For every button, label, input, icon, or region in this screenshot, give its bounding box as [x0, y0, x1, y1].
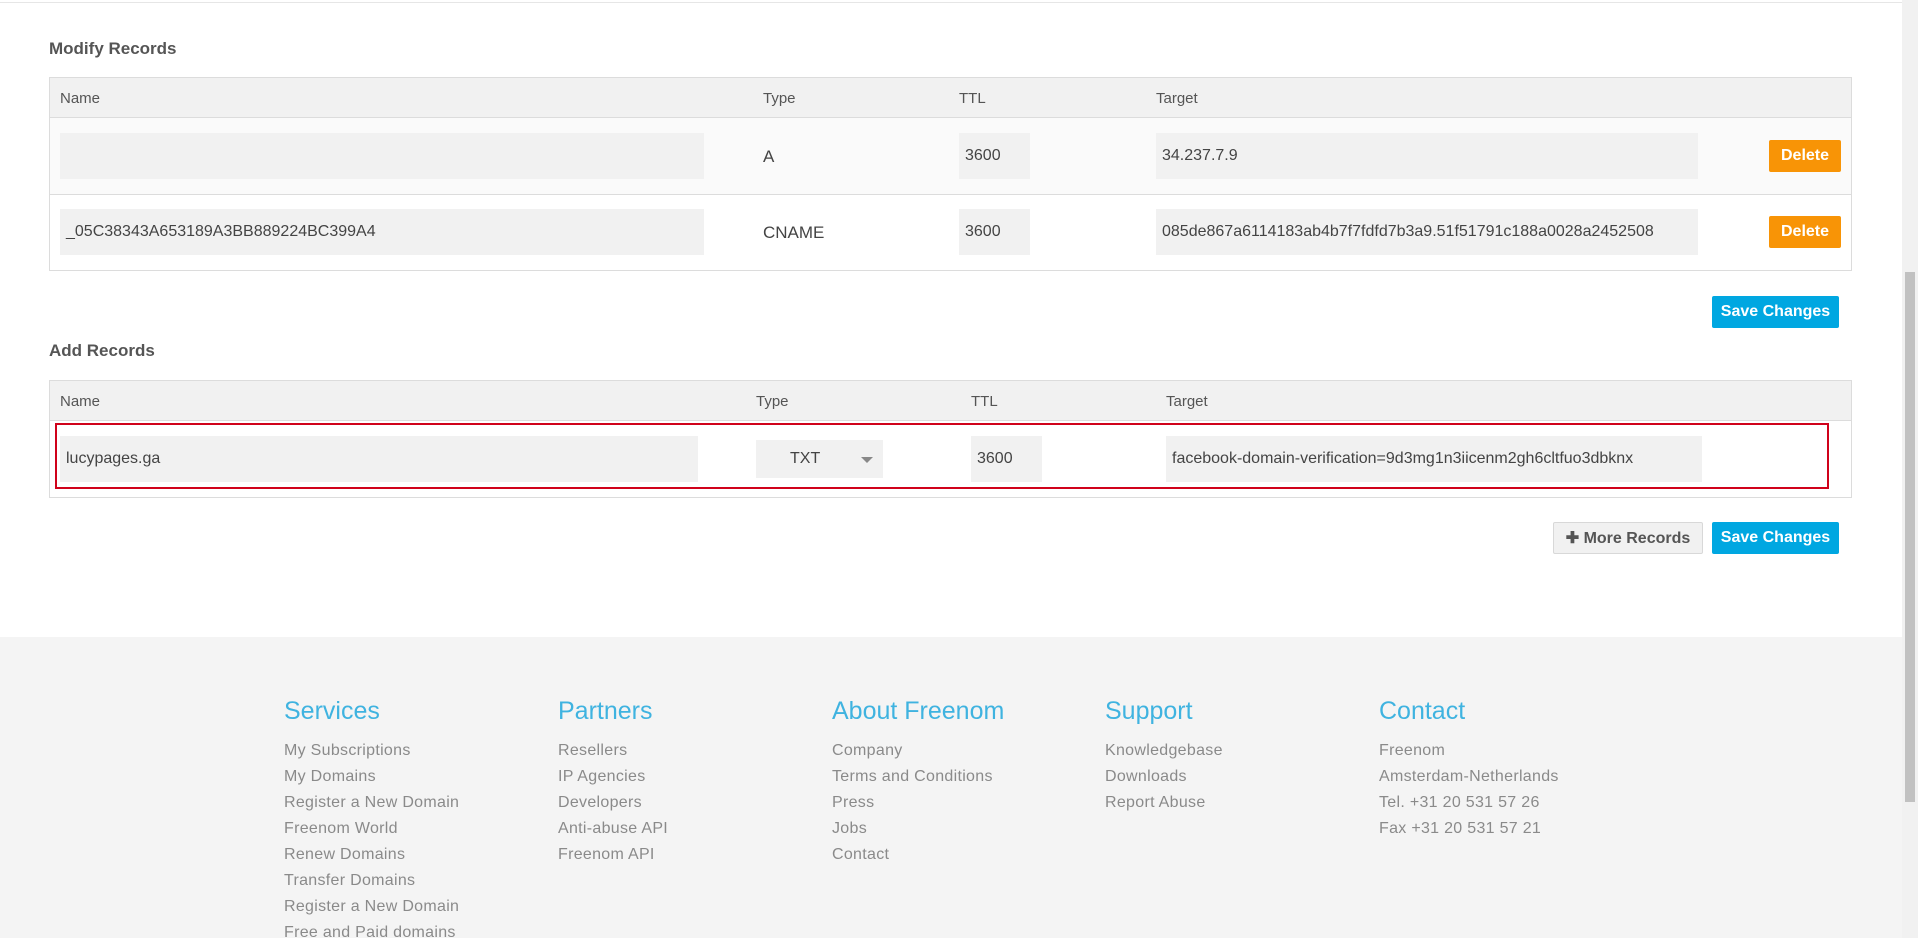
header-target: Target — [1156, 90, 1198, 107]
record-type: CNAME — [763, 223, 825, 242]
footer-link[interactable]: Freenom World — [284, 816, 459, 842]
record-target-input[interactable]: 34.237.7.9 — [1156, 133, 1698, 179]
record-type-select[interactable]: TXT — [756, 440, 883, 478]
header-name: Name — [60, 90, 101, 107]
chevron-down-icon — [861, 457, 873, 463]
top-divider — [0, 0, 1902, 3]
footer-link[interactable]: My Domains — [284, 764, 459, 790]
footer-services: Services My Subscriptions My Domains Reg… — [284, 697, 459, 938]
footer-heading-contact: Contact — [1379, 697, 1466, 725]
footer-link[interactable]: Downloads — [1105, 764, 1223, 790]
footer-link[interactable]: Resellers — [558, 738, 668, 764]
footer-link[interactable]: Register a New Domain — [284, 790, 459, 816]
page: Modify Records Name Type TTL Target A 36… — [0, 0, 1902, 938]
modify-records-table: Name Type TTL Target A 3600 34.237.7.9 D… — [49, 77, 1852, 271]
footer: Services My Subscriptions My Domains Reg… — [0, 637, 1902, 938]
footer-link[interactable]: Freenom API — [558, 842, 668, 868]
footer-support: Support Knowledgebase Downloads Report A… — [1105, 697, 1223, 816]
footer-text: Fax +31 20 531 57 21 — [1379, 820, 1542, 837]
record-name-input[interactable] — [60, 133, 704, 179]
modify-records-title: Modify Records — [49, 39, 177, 58]
header-type: Type — [763, 90, 796, 107]
footer-link[interactable]: Terms and Conditions — [832, 764, 1004, 790]
footer-contact: Contact Freenom Amsterdam-Netherlands Te… — [1379, 697, 1559, 842]
header-type: Type — [756, 393, 789, 410]
footer-link[interactable]: Report Abuse — [1105, 790, 1223, 816]
table-row: A 3600 34.237.7.9 Delete — [50, 118, 1851, 194]
footer-about: About Freenom Company Terms and Conditio… — [832, 697, 1004, 868]
record-type: A — [763, 147, 775, 166]
record-ttl-input[interactable]: 3600 — [959, 133, 1030, 179]
footer-link[interactable]: Register a New Domain — [284, 894, 459, 920]
footer-link[interactable]: Jobs — [832, 816, 1004, 842]
footer-heading-partners: Partners — [558, 697, 653, 725]
more-records-label: More Records — [1583, 530, 1691, 547]
footer-link[interactable]: Knowledgebase — [1105, 738, 1223, 764]
footer-heading-support: Support — [1105, 697, 1193, 725]
new-record-ttl-input[interactable]: 3600 — [971, 436, 1042, 482]
footer-link[interactable]: Anti-abuse API — [558, 816, 668, 842]
footer-text: Freenom — [1379, 742, 1446, 759]
header-ttl: TTL — [971, 393, 998, 410]
footer-link[interactable]: IP Agencies — [558, 764, 668, 790]
footer-text: Tel. +31 20 531 57 26 — [1379, 794, 1540, 811]
table-row: lucypages.ga TXT 3600 facebook-domain-ve… — [50, 421, 1851, 497]
footer-text: Amsterdam-Netherlands — [1379, 768, 1559, 785]
more-records-button[interactable]: ✚ More Records — [1553, 522, 1703, 554]
footer-link[interactable]: Transfer Domains — [284, 868, 459, 894]
add-records-title: Add Records — [49, 341, 155, 360]
footer-heading-services: Services — [284, 697, 380, 725]
footer-link[interactable]: Free and Paid domains — [284, 920, 459, 938]
record-name-input[interactable]: _05C38343A653189A3BB889224BC399A4 — [60, 209, 704, 255]
record-type-value: TXT — [790, 450, 821, 467]
header-ttl: TTL — [959, 90, 986, 107]
footer-partners: Partners Resellers IP Agencies Developer… — [558, 697, 668, 868]
delete-button[interactable]: Delete — [1769, 216, 1841, 248]
footer-link[interactable]: Contact — [832, 842, 1004, 868]
new-record-target-input[interactable]: facebook-domain-verification=9d3mg1n3iic… — [1166, 436, 1702, 482]
add-records-table: Name Type TTL Target lucypages.ga TXT 36… — [49, 380, 1852, 498]
footer-link[interactable]: Developers — [558, 790, 668, 816]
footer-link[interactable]: My Subscriptions — [284, 738, 459, 764]
save-changes-button[interactable]: Save Changes — [1712, 296, 1839, 328]
record-target-input[interactable]: 085de867a6114183ab4b7f7fdfd7b3a9.51f5179… — [1156, 209, 1698, 255]
add-table-header: Name Type TTL Target — [50, 381, 1851, 421]
footer-heading-about: About Freenom — [832, 697, 1005, 725]
footer-link[interactable]: Renew Domains — [284, 842, 459, 868]
table-row: _05C38343A653189A3BB889224BC399A4 CNAME … — [50, 194, 1851, 270]
delete-button[interactable]: Delete — [1769, 140, 1841, 172]
record-ttl-input[interactable]: 3600 — [959, 209, 1030, 255]
header-name: Name — [60, 393, 101, 410]
save-changes-button[interactable]: Save Changes — [1712, 522, 1839, 554]
plus-icon: ✚ — [1565, 530, 1584, 547]
footer-link[interactable]: Company — [832, 738, 1004, 764]
modify-table-header: Name Type TTL Target — [50, 78, 1851, 118]
scrollbar[interactable] — [1902, 0, 1918, 938]
new-record-name-input[interactable]: lucypages.ga — [60, 436, 698, 482]
scrollbar-thumb[interactable] — [1905, 272, 1915, 802]
header-target: Target — [1166, 393, 1208, 410]
footer-link[interactable]: Press — [832, 790, 1004, 816]
